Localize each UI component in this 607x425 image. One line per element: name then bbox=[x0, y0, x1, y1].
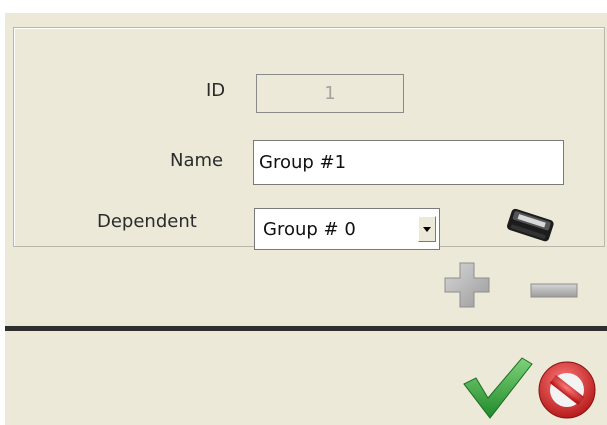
cancel-icon[interactable] bbox=[535, 359, 599, 421]
group-dialog: ID Name Dependent Group # 0 bbox=[5, 13, 607, 425]
name-label: Name bbox=[170, 150, 224, 171]
name-field[interactable] bbox=[253, 140, 564, 185]
chevron-down-icon[interactable] bbox=[418, 216, 436, 242]
dependent-select-value: Group # 0 bbox=[263, 219, 356, 240]
plus-icon[interactable] bbox=[441, 259, 493, 311]
cassette-tape-icon[interactable] bbox=[502, 208, 558, 244]
id-label: ID bbox=[206, 80, 226, 101]
checkmark-icon[interactable] bbox=[460, 356, 534, 420]
dialog-footer bbox=[5, 331, 607, 425]
dependent-select[interactable]: Group # 0 bbox=[254, 208, 440, 250]
dependent-label: Dependent bbox=[97, 211, 197, 232]
id-field bbox=[256, 74, 404, 113]
minus-icon[interactable] bbox=[530, 282, 578, 300]
group-box: ID Name Dependent Group # 0 bbox=[13, 27, 605, 250]
